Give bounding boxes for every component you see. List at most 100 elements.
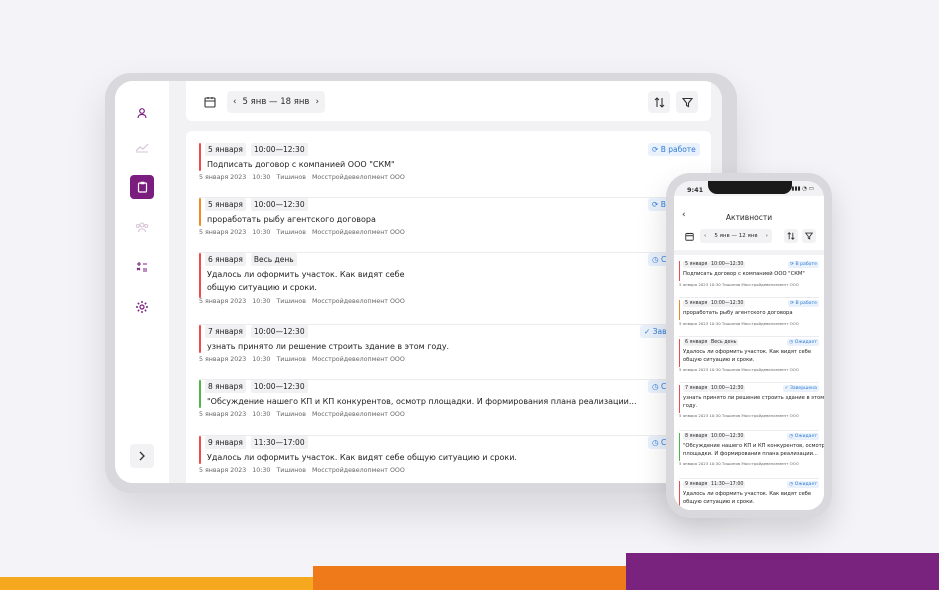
- status-label: Завершена: [789, 386, 817, 391]
- row-time: 10:00—12:30: [250, 325, 308, 338]
- status-badge[interactable]: ⟳ В работе: [648, 143, 700, 156]
- row-date: 8 января: [683, 433, 710, 440]
- meta-date: 5 января 2023: [199, 298, 247, 305]
- table-row[interactable]: 7 января 10:00—12:30 узнать принято ли р…: [199, 325, 711, 380]
- row-title-line2: общую ситуацию и сроки.: [683, 357, 755, 363]
- status-icon: ⟳: [790, 262, 795, 267]
- phone-device: ‹ Активности ‹ 5 янв — 12 янв › 5 января…: [666, 173, 832, 518]
- toolbar: ‹ 5 янв — 18 янв ›: [186, 81, 711, 121]
- settings-gear-icon[interactable]: [130, 295, 154, 319]
- row-title: Удалось ли оформить участок. Как видят с…: [207, 453, 517, 462]
- chart-icon[interactable]: [130, 135, 154, 159]
- meta-date: 5 января 2023: [199, 229, 247, 236]
- list-item[interactable]: 9 января 11:30—17:00 Удалось ли оформить…: [679, 481, 819, 510]
- table-row[interactable]: 5 января 10:00—12:30 проработать рыбу аг…: [199, 198, 711, 253]
- list-item[interactable]: 7 января 10:00—12:30 узнать принято ли р…: [679, 385, 824, 431]
- meta-time: 10:30: [252, 467, 271, 474]
- list-item[interactable]: 8 января 10:00—12:30 "Обсуждение нашего …: [679, 433, 824, 479]
- clipboard-icon[interactable]: [130, 175, 154, 199]
- activity-list: 5 января 10:00—12:30 Подписать договор с…: [186, 131, 711, 483]
- status-bar-clock: 9:41: [687, 186, 704, 194]
- meta-time: 10:30: [252, 174, 271, 181]
- priority-bar: [199, 380, 201, 408]
- status-badge[interactable]: ◷ Ожидает: [787, 339, 819, 346]
- priority-bar: [199, 436, 201, 464]
- table-row[interactable]: 6 января Весь день Удалось ли оформить у…: [199, 253, 711, 325]
- row-meta: 5 января 2023 10:30 Тишинов Мосстройдеве…: [679, 282, 799, 287]
- row-time: 11:30—17:00: [250, 436, 308, 449]
- status-badge[interactable]: ⟳ В работе: [788, 300, 819, 307]
- status-icon: ✓: [644, 327, 651, 336]
- filter-button[interactable]: [802, 229, 816, 243]
- sidebar: [115, 81, 169, 483]
- page-title: Активности: [725, 213, 773, 222]
- row-title-line2: площадки. И формирования плана реализаци…: [683, 451, 818, 457]
- row-meta: 5 января 2023 10:30 Тишинов Мосстройдеве…: [679, 321, 799, 326]
- status-badge[interactable]: ⟳ В работе: [788, 261, 819, 268]
- footer-stripe-purple: [626, 553, 939, 590]
- meta-person: Тишинов: [276, 467, 306, 474]
- row-title: узнать принято ли решение строить здание…: [683, 395, 824, 401]
- row-title: узнать принято ли решение строить здание…: [207, 342, 450, 351]
- footer-stripe-yellow: [0, 577, 313, 590]
- status-icon: ◷: [652, 382, 659, 391]
- status-icon: ⟳: [652, 145, 659, 154]
- row-meta: 5 января 2023 10:30 Тишинов Мосстройдевелоп…: [199, 174, 411, 181]
- row-title: "Обсуждение нашего КП и КП конкурентов, …: [207, 397, 637, 406]
- row-date: 9 января: [205, 436, 246, 449]
- next-chevron-icon[interactable]: ›: [316, 97, 319, 107]
- row-title: Подписать договор с компанией ООО "СКМ": [207, 160, 395, 169]
- status-icon: ✓: [784, 386, 789, 391]
- status-badge[interactable]: ✓ Завершена: [782, 385, 819, 392]
- calendar-icon[interactable]: [682, 229, 696, 243]
- status-label: Ожидает: [794, 482, 817, 487]
- table-row[interactable]: 9 января 11:30—17:00 Удалось ли оформить…: [199, 436, 711, 483]
- row-time: 10:00—12:30: [250, 198, 308, 211]
- meta-company: Мосстройдевелопмент ООО: [311, 298, 405, 305]
- calendar-icon[interactable]: [199, 91, 221, 113]
- sort-button[interactable]: [648, 91, 670, 113]
- meta-person: Тишинов: [276, 411, 306, 418]
- calculator-icon[interactable]: [130, 255, 154, 279]
- list-item[interactable]: 5 января 10:00—12:30 Подписать договор с…: [679, 261, 819, 298]
- prev-chevron-icon[interactable]: ‹: [233, 97, 236, 107]
- row-date: 7 января: [683, 385, 710, 392]
- status-icon: ◷: [789, 434, 794, 439]
- user-icon[interactable]: [130, 101, 154, 125]
- status-badge[interactable]: ◷ Ожидает: [787, 433, 819, 440]
- row-meta: 5 января 2023 10:30 Тишинов Мосстройдевелоп…: [199, 356, 411, 363]
- team-icon[interactable]: [130, 215, 154, 239]
- status-icon: ⟳: [790, 301, 795, 306]
- status-badge[interactable]: ◷ Ожидает: [787, 481, 819, 488]
- expand-sidebar-chevron-icon[interactable]: [130, 444, 154, 468]
- list-item[interactable]: 5 января 10:00—12:30 проработать рыбу аг…: [679, 300, 819, 337]
- meta-time: 10:30: [252, 356, 271, 363]
- status-icon: ◷: [652, 255, 659, 264]
- row-header: 8 января 10:00—12:30: [205, 380, 308, 393]
- meta-company: Мосстройдевелопмент ООО: [311, 356, 405, 363]
- status-label: В работе: [795, 262, 818, 267]
- row-meta: 5 января 2023 10:30 Тишинов Мосстройдеве…: [679, 413, 799, 418]
- sort-icon: [787, 232, 795, 240]
- table-row[interactable]: 5 января 10:00—12:30 Подписать договор с…: [199, 143, 711, 198]
- row-time: 11:30—17:00: [709, 481, 746, 488]
- meta-person: Тишинов: [276, 174, 306, 181]
- row-date: 5 января: [205, 143, 246, 156]
- row-date: 9 января: [683, 481, 710, 488]
- prev-chevron-icon[interactable]: ‹: [704, 233, 706, 239]
- meta-date: 5 января 2023: [199, 467, 247, 474]
- row-meta: 5 января 2023 10:30 Тишинов Мосстройдевелоп…: [199, 411, 411, 418]
- table-row[interactable]: 8 января 10:00—12:30 "Обсуждение нашего …: [199, 380, 711, 436]
- meta-time: 10:30: [252, 298, 271, 305]
- row-title-line2: общую ситуацию и сроки.: [683, 499, 755, 505]
- row-header: 5 января 10:00—12:30: [205, 198, 308, 211]
- meta-company: Мосстройдевелопмент ООО: [311, 411, 405, 418]
- next-chevron-icon[interactable]: ›: [766, 233, 768, 239]
- list-item[interactable]: 6 января Весь день Удалось ли оформить у…: [679, 339, 819, 383]
- date-range-picker[interactable]: ‹ 5 янв — 18 янв ›: [227, 91, 325, 113]
- sort-button[interactable]: [784, 229, 798, 243]
- priority-bar: [679, 433, 681, 461]
- date-range-picker[interactable]: ‹ 5 янв — 12 янв ›: [700, 229, 772, 243]
- filter-button[interactable]: [676, 91, 698, 113]
- status-label: В работе: [660, 145, 696, 154]
